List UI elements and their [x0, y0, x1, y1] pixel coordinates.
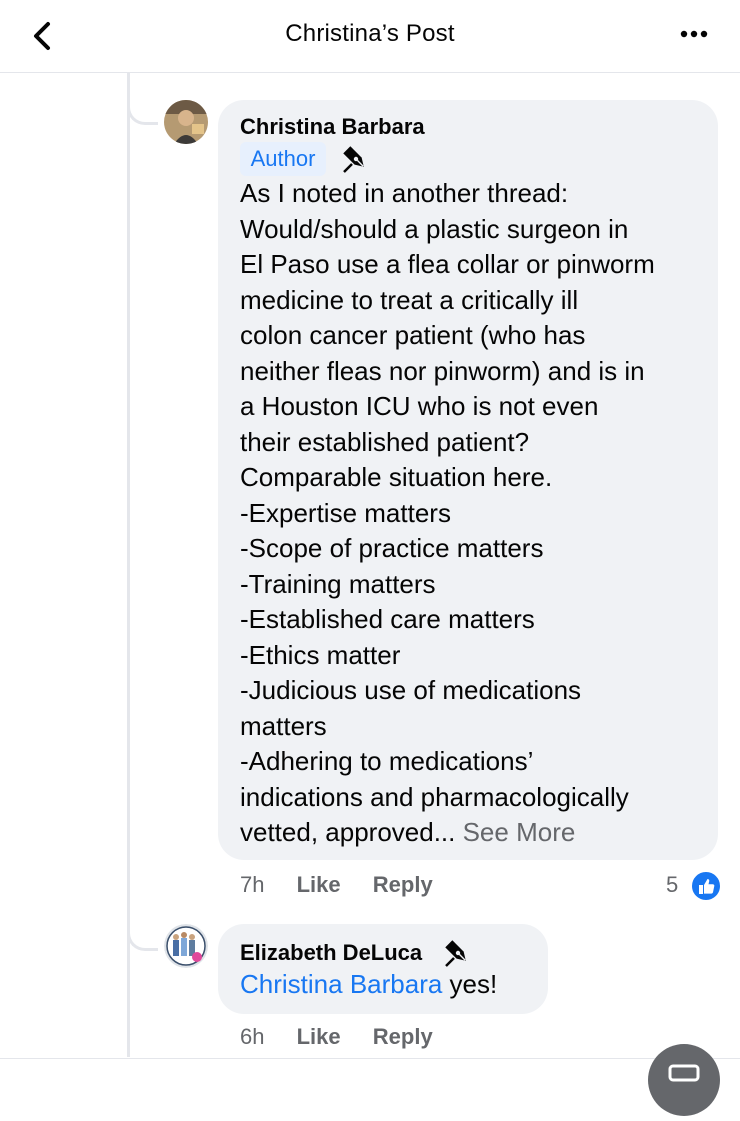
comment-text-tail: vetted, approved...	[240, 817, 463, 847]
comment-text-line: their established patient?	[240, 426, 530, 457]
comment-text-line: El Paso use a flea collar or pinworm	[240, 249, 655, 279]
comment-text: As I noted in another thread: Would/shou…	[240, 176, 710, 851]
reply-meta: 6h Like Reply	[240, 1024, 433, 1050]
comment-text-line: -Ethics matter	[240, 639, 401, 670]
like-button[interactable]: Like	[297, 872, 341, 898]
comment-meta: 7h Like Reply	[240, 872, 433, 898]
comment-text-line: -Training matters	[240, 568, 436, 599]
bottom-divider	[0, 1058, 740, 1059]
reply-button[interactable]: Reply	[373, 872, 433, 898]
comment-text-line: indications and pharmacologically	[240, 781, 629, 812]
like-button[interactable]: Like	[297, 1024, 341, 1050]
window-icon	[668, 1064, 700, 1082]
thread-connector	[127, 900, 158, 951]
comment-time: 7h	[240, 872, 265, 897]
page-title: Christina’s Post	[285, 20, 455, 47]
comment-text-line: matters	[240, 710, 327, 741]
comment-text-line: neither fleas nor pinworm) and is in	[240, 355, 645, 386]
comment-text-line: -Adhering to medications’	[240, 746, 534, 776]
comment-author-name[interactable]: Christina Barbara	[240, 114, 425, 140]
reaction-count: 5	[666, 872, 679, 897]
comment-text-line: As I noted in another thread:	[240, 178, 569, 208]
see-more-link[interactable]: See More	[463, 817, 576, 847]
comment-text-line: -Expertise matters	[240, 497, 451, 528]
avatar[interactable]	[164, 100, 208, 144]
pen-icon	[343, 146, 364, 173]
comment-text-line: -Scope of practice matters	[240, 533, 544, 563]
pen-icon	[445, 940, 466, 967]
like-reaction-icon	[690, 870, 722, 902]
top-bar: Christina’s Post	[0, 0, 740, 73]
thread-connector	[127, 72, 158, 125]
reply-author-name[interactable]: Elizabeth DeLuca	[240, 940, 422, 966]
author-badge: Author	[240, 142, 326, 176]
mention-link[interactable]: Christina Barbara	[240, 969, 442, 999]
reply-text-body: yes!	[442, 969, 498, 999]
floating-action-button[interactable]	[648, 1044, 720, 1116]
more-options-button[interactable]	[676, 22, 716, 46]
comment-text-line: -Judicious use of medications	[240, 675, 582, 705]
reply-text: Christina Barbara yes!	[240, 969, 497, 1000]
avatar[interactable]	[164, 924, 208, 968]
comment-text-line: medicine to treat a critically ill	[240, 284, 579, 315]
reply-button[interactable]: Reply	[373, 1024, 433, 1050]
comment-text-line: a Houston ICU who is not even	[240, 391, 599, 421]
reply-time: 6h	[240, 1024, 265, 1049]
comment-text-line: -Established care matters	[240, 604, 535, 634]
comment-text-line-last: vetted, approved... See More	[240, 815, 710, 851]
comment-text-line: colon cancer patient (who has	[240, 320, 586, 350]
more-horizontal-icon	[680, 30, 708, 38]
comment-text-line: Comparable situation here.	[240, 462, 553, 492]
comment-text-line: Would/should a plastic surgeon in	[240, 213, 629, 244]
